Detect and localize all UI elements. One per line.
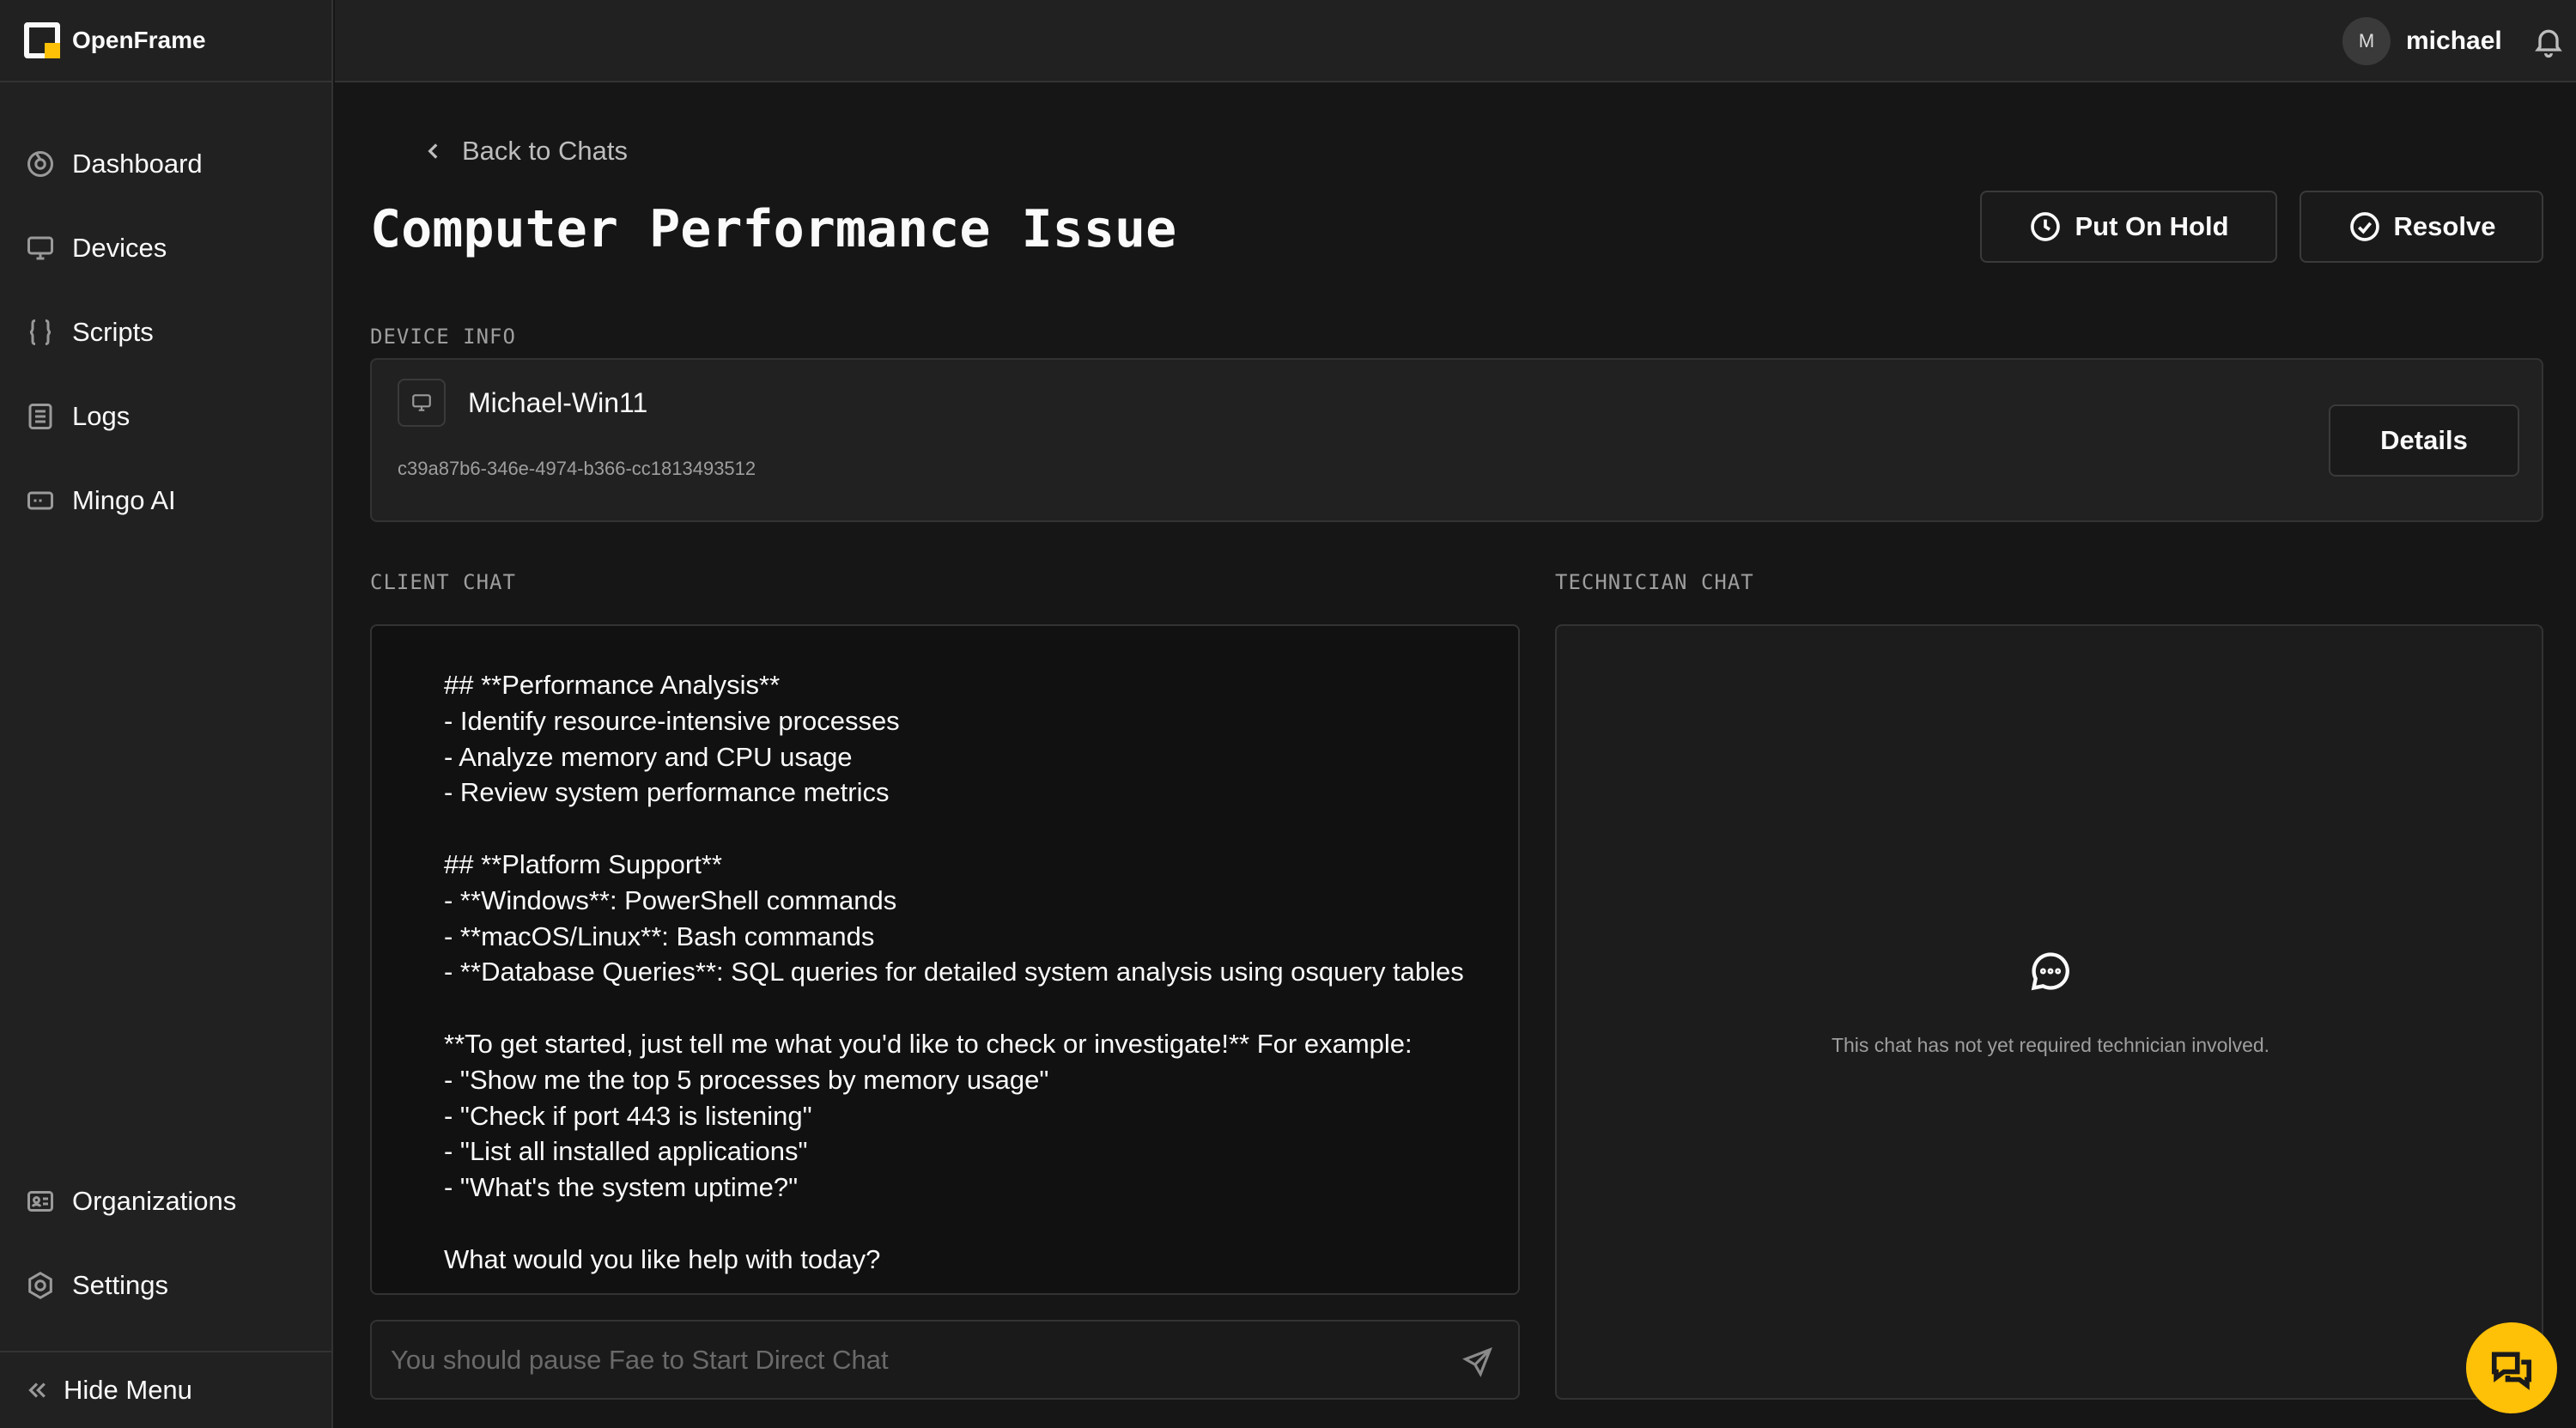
sidebar: OpenFrame Dashboard Devices Scripts Logs	[0, 0, 333, 1428]
notifications-bell-icon[interactable]	[2531, 24, 2566, 58]
device-name: Michael-Win11	[468, 387, 648, 418]
sidebar-item-label: Settings	[72, 1270, 169, 1300]
id-card-icon	[24, 1185, 57, 1218]
sidebar-item-settings[interactable]: Settings	[0, 1243, 331, 1328]
app-logo[interactable]: OpenFrame	[0, 0, 331, 82]
hide-menu-label: Hide Menu	[64, 1375, 192, 1405]
details-button[interactable]: Details	[2329, 404, 2519, 477]
chevron-left-icon	[428, 143, 438, 159]
sidebar-item-label: Scripts	[72, 317, 154, 347]
chat-bubble-icon	[2028, 949, 2073, 994]
top-bar	[335, 0, 2576, 82]
resolve-button[interactable]: Resolve	[2300, 191, 2543, 263]
sidebar-item-dashboard[interactable]: Dashboard	[0, 122, 331, 206]
sidebar-bottom-nav: Organizations Settings	[0, 1159, 331, 1328]
technician-chat-heading: TECHNICIAN CHAT	[1555, 570, 1754, 594]
list-icon	[24, 400, 57, 433]
hide-menu-button[interactable]: Hide Menu	[0, 1351, 331, 1428]
back-to-chats-link[interactable]: Back to Chats	[422, 136, 628, 167]
put-on-hold-label: Put On Hold	[2075, 211, 2229, 241]
braces-icon	[24, 316, 57, 349]
chat-input-box	[370, 1320, 1520, 1400]
sidebar-item-label: Organizations	[72, 1186, 237, 1216]
sidebar-item-devices[interactable]: Devices	[0, 206, 331, 290]
put-on-hold-button[interactable]: Put On Hold	[1980, 191, 2277, 263]
sidebar-item-mingo-ai[interactable]: Mingo AI	[0, 459, 331, 543]
chat-input[interactable]	[391, 1344, 1421, 1376]
resolve-label: Resolve	[2393, 211, 2496, 241]
technician-chat-panel: This chat has not yet required technicia…	[1555, 624, 2543, 1400]
monitor-icon	[24, 232, 57, 264]
device-info-heading: DEVICE INFO	[370, 325, 516, 349]
sidebar-item-logs[interactable]: Logs	[0, 374, 331, 459]
page-title: Computer Performance Issue	[370, 199, 1177, 259]
monitor-icon	[398, 379, 446, 427]
support-chat-button[interactable]	[2466, 1322, 2557, 1413]
avatar: M	[2342, 17, 2391, 65]
sidebar-item-label: Dashboard	[72, 149, 203, 179]
app-name: OpenFrame	[72, 27, 206, 53]
sidebar-item-label: Mingo AI	[72, 485, 176, 515]
check-circle-icon	[2349, 212, 2379, 241]
username: michael	[2406, 27, 2502, 55]
ai-chat-icon	[24, 484, 57, 517]
chevrons-left-icon	[28, 1382, 46, 1398]
chat-bubbles-icon	[2491, 1352, 2532, 1390]
sidebar-item-scripts[interactable]: Scripts	[0, 290, 331, 374]
sidebar-nav: Dashboard Devices Scripts Logs Mingo AI	[0, 122, 331, 543]
back-label: Back to Chats	[462, 136, 628, 166]
sidebar-item-label: Devices	[72, 233, 167, 263]
gear-icon	[24, 1269, 57, 1302]
dashboard-icon	[24, 148, 57, 180]
clock-icon	[2031, 212, 2061, 241]
openframe-logo-icon	[24, 22, 60, 58]
device-info-card: Michael-Win11 c39a87b6-346e-4974-b366-cc…	[370, 358, 2543, 522]
sidebar-item-organizations[interactable]: Organizations	[0, 1159, 331, 1243]
technician-empty-state: This chat has not yet required technicia…	[1831, 1034, 2270, 1056]
sidebar-item-label: Logs	[72, 401, 131, 431]
device-id: c39a87b6-346e-4974-b366-cc1813493512	[398, 458, 756, 479]
send-icon[interactable]	[1461, 1346, 1494, 1378]
client-chat-heading: CLIENT CHAT	[370, 570, 516, 594]
client-chat-panel[interactable]: ## **Performance Analysis** - Identify r…	[370, 624, 1520, 1295]
assistant-message: ## **Performance Analysis** - Identify r…	[444, 670, 1464, 1274]
user-menu[interactable]: M michael	[2342, 17, 2502, 65]
